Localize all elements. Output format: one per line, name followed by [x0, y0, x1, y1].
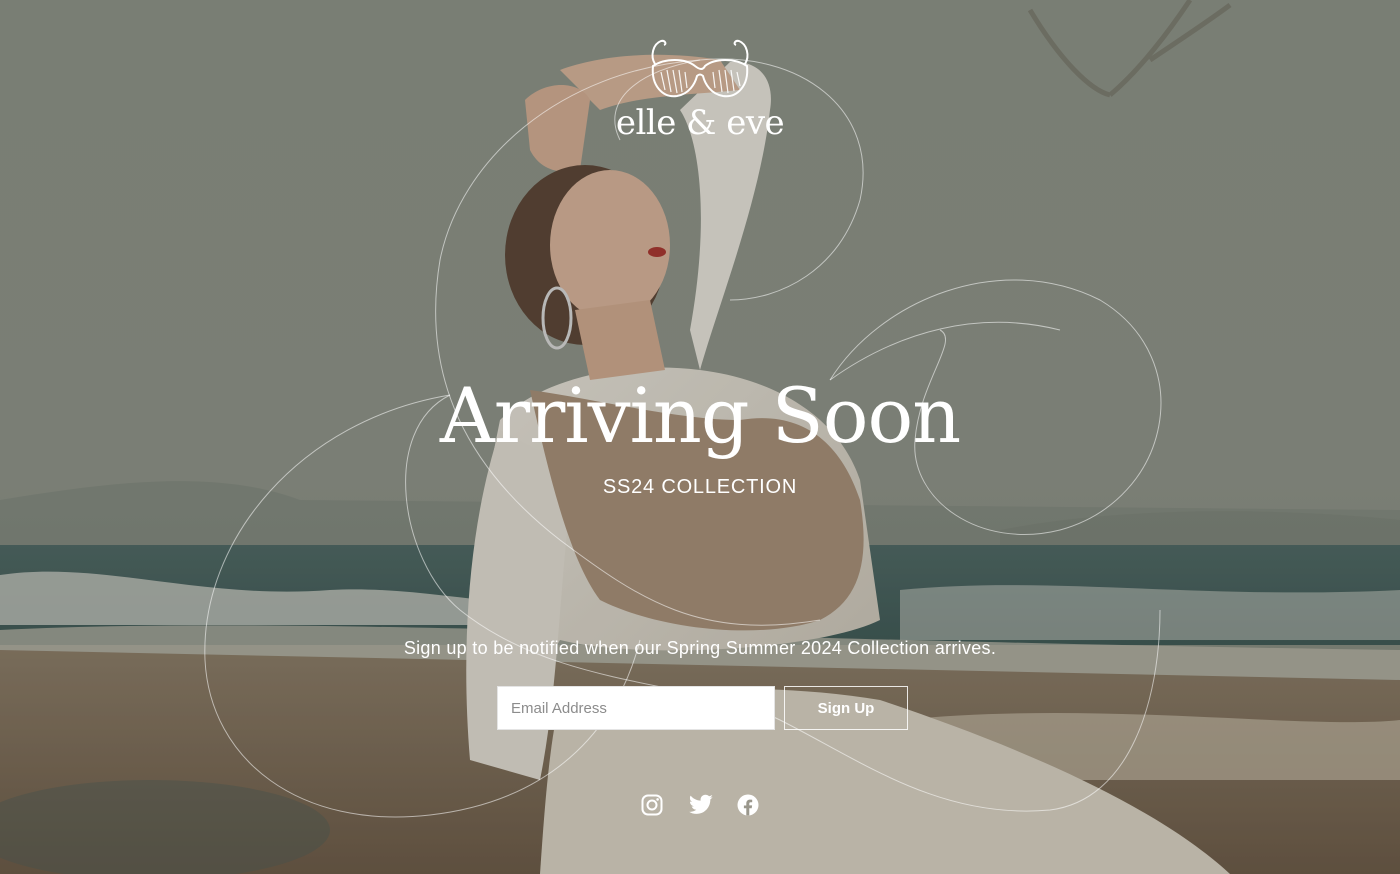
twitter-link[interactable] — [688, 792, 713, 818]
brand-name: elle & eve — [615, 103, 785, 143]
signup-description: Sign up to be notified when our Spring S… — [403, 638, 997, 658]
instagram-link[interactable] — [640, 792, 664, 818]
twitter-icon — [688, 794, 713, 814]
instagram-icon — [641, 794, 663, 816]
facebook-link[interactable] — [736, 792, 760, 818]
social-links — [0, 792, 1400, 818]
brand-logo[interactable]: elle & eve — [600, 36, 800, 151]
sunglasses-icon — [651, 39, 749, 98]
page-title: Arriving Soon — [439, 371, 961, 460]
facebook-icon — [737, 794, 759, 816]
newsletter-signup-form: Sign Up — [497, 686, 908, 730]
collection-subtitle: SS24 COLLECTION — [602, 476, 798, 498]
sign-up-button[interactable]: Sign Up — [784, 686, 908, 730]
email-input[interactable] — [497, 686, 775, 730]
coming-soon-hero: elle & eve Arriving Soon SS24 COLLECTION… — [0, 0, 1400, 874]
